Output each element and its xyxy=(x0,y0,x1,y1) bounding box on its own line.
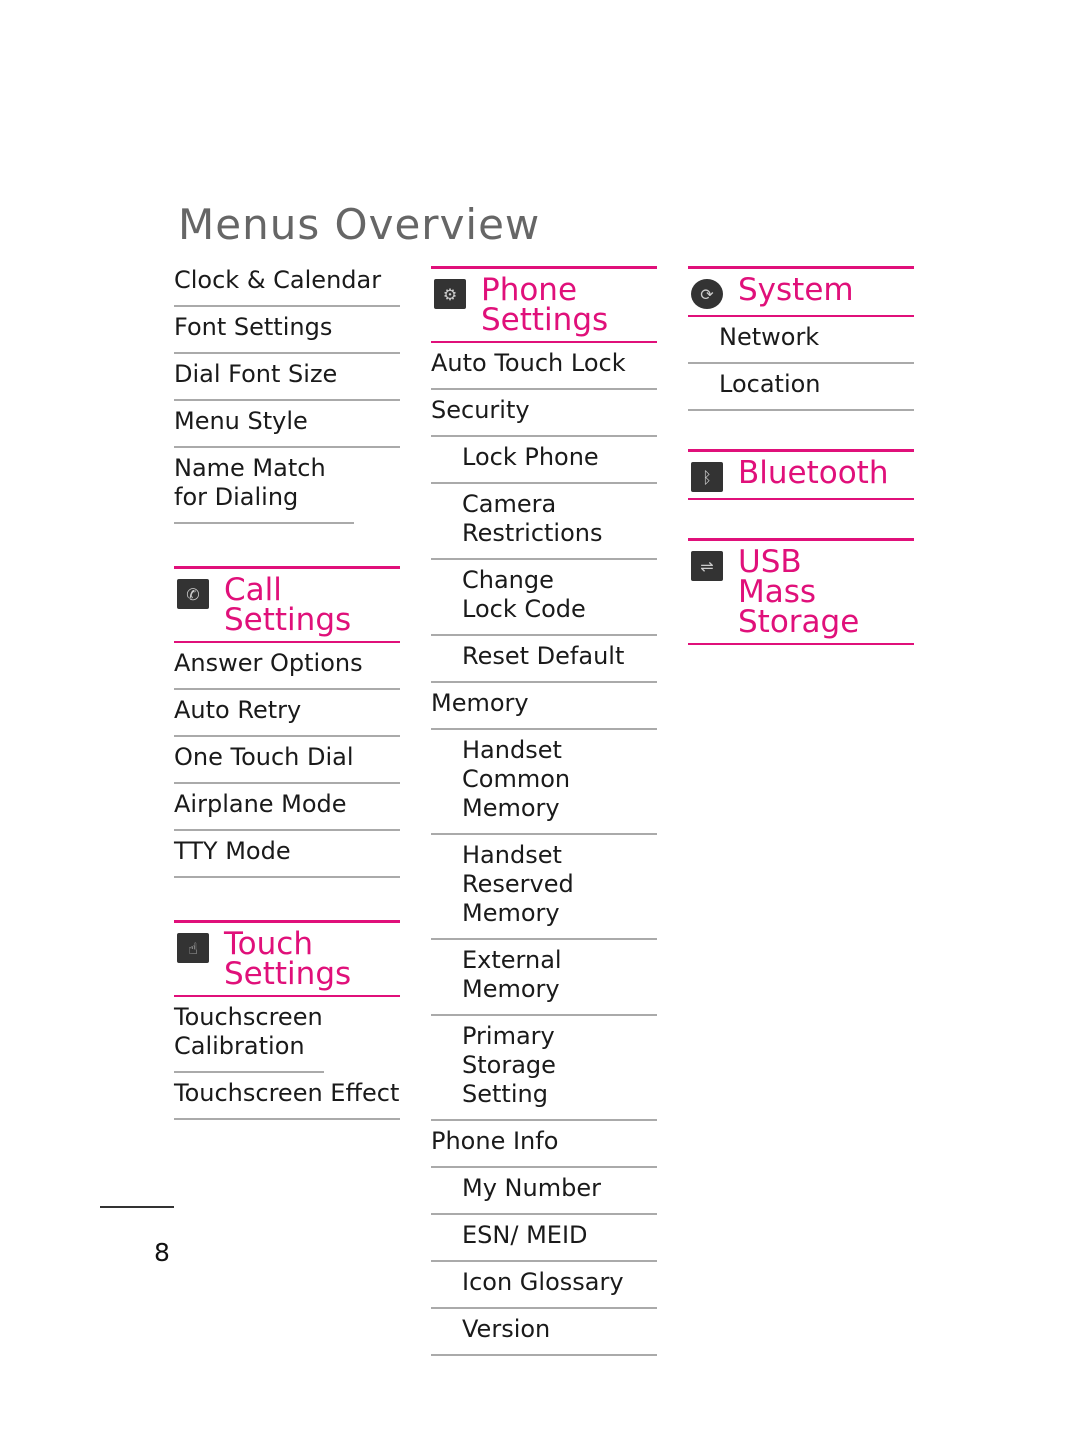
section-header-call-settings[interactable]: ✆ Call Settings xyxy=(174,566,400,643)
submenu-item[interactable]: Camera Restrictions xyxy=(431,484,657,560)
bluetooth-icon: ᛒ xyxy=(691,462,723,492)
menu-item[interactable]: Phone Info xyxy=(431,1121,657,1168)
menu-item-label: Memory xyxy=(431,689,529,717)
section-header-touch-settings[interactable]: ☝ Touch Settings xyxy=(174,920,400,997)
menu-item-label: Network xyxy=(719,323,820,351)
section-title: Call Settings xyxy=(224,572,352,638)
menu-item[interactable]: TTY Mode xyxy=(174,831,400,878)
submenu-item[interactable]: Handset Common Memory xyxy=(431,730,657,835)
section-title: Touch Settings xyxy=(224,926,352,992)
menu-item-label: Phone Info xyxy=(431,1127,559,1155)
menu-item[interactable]: Location xyxy=(688,364,914,411)
usb-icon: ⇌ xyxy=(691,551,723,581)
menu-item-label: Location xyxy=(719,370,821,398)
menu-item-label: Lock Phone xyxy=(462,443,599,471)
menu-item-label: ESN/ MEID xyxy=(462,1221,588,1249)
menu-item-label: Touchscreen Calibration xyxy=(174,1003,323,1060)
menu-item-label: Primary Storage Setting xyxy=(462,1022,556,1108)
menu-item[interactable]: Security xyxy=(431,390,657,437)
submenu-item[interactable]: Change Lock Code xyxy=(431,560,657,636)
submenu-item[interactable]: Reset Default xyxy=(431,636,657,683)
section-header-bluetooth[interactable]: ᛒ Bluetooth xyxy=(688,449,914,500)
submenu-item[interactable]: Lock Phone xyxy=(431,437,657,484)
menu-item[interactable]: Network xyxy=(688,317,914,364)
phone-settings-list: Auto Touch Lock Security Lock Phone Camera … xyxy=(431,343,657,1356)
menu-item[interactable]: Dial Font Size xyxy=(174,354,400,401)
menu-item-label: Answer Options xyxy=(174,649,363,677)
menu-item[interactable]: Touchscreen Calibration xyxy=(174,997,324,1073)
section-title: System xyxy=(738,272,854,308)
submenu-item[interactable]: Handset Reserved Memory xyxy=(431,835,657,940)
section-title: Bluetooth xyxy=(738,455,889,491)
phone-settings-icon: ⚙ xyxy=(434,279,466,309)
page-title: Menus Overview xyxy=(178,200,541,250)
menu-item-label: Airplane Mode xyxy=(174,790,347,818)
submenu-item[interactable]: ESN/ MEID xyxy=(431,1215,657,1262)
menu-item-label: Version xyxy=(462,1315,551,1343)
menu-item[interactable]: One Touch Dial xyxy=(174,737,400,784)
menu-item-label: Icon Glossary xyxy=(462,1268,624,1296)
menu-item-label: My Number xyxy=(462,1174,601,1202)
menu-item-label: Auto Touch Lock xyxy=(431,349,626,377)
menu-item-label: Auto Retry xyxy=(174,696,302,724)
menu-item[interactable]: Font Settings xyxy=(174,307,400,354)
touch-icon: ☝ xyxy=(177,933,209,963)
submenu-item[interactable]: My Number xyxy=(431,1168,657,1215)
menu-item-label: External Memory xyxy=(462,946,562,1003)
menu-item-label: One Touch Dial xyxy=(174,743,354,771)
column-1: Clock & Calendar Font Settings Dial Font… xyxy=(174,260,400,1120)
menu-item[interactable]: Auto Touch Lock xyxy=(431,343,657,390)
footer-rule xyxy=(100,1206,174,1208)
menu-item-label: Dial Font Size xyxy=(174,360,338,388)
menu-item-label: Touchscreen Effect xyxy=(174,1079,400,1107)
submenu-item[interactable]: Icon Glossary xyxy=(431,1262,657,1309)
menu-item-label: TTY Mode xyxy=(174,837,291,865)
menu-item[interactable]: Answer Options xyxy=(174,643,400,690)
menu-item[interactable]: Menu Style xyxy=(174,401,400,448)
system-refresh-icon: ⟳ xyxy=(691,279,723,309)
section-title: Phone Settings xyxy=(481,272,609,338)
column-2: ⚙ Phone Settings Auto Touch Lock Security… xyxy=(431,266,657,1356)
menu-item-label: Menu Style xyxy=(174,407,308,435)
menu-item-label: Name Match for Dialing xyxy=(174,454,326,511)
menu-item-label: Handset Common Memory xyxy=(462,736,571,822)
phone-gear-icon: ✆ xyxy=(177,579,209,609)
menu-item-label: Font Settings xyxy=(174,313,333,341)
menu-item-label: Camera Restrictions xyxy=(462,490,603,547)
submenu-item[interactable]: Version xyxy=(431,1309,657,1356)
section-header-usb-mass-storage[interactable]: ⇌ USB Mass Storage xyxy=(688,538,914,645)
menu-item-label: Security xyxy=(431,396,530,424)
menu-item-label: Handset Reserved Memory xyxy=(462,841,574,927)
menu-item-label: Clock & Calendar xyxy=(174,266,382,294)
submenu-item[interactable]: Primary Storage Setting xyxy=(431,1016,657,1121)
menu-item[interactable]: Name Match for Dialing xyxy=(174,448,354,524)
menu-item[interactable]: Auto Retry xyxy=(174,690,400,737)
menu-item-label: Reset Default xyxy=(462,642,625,670)
menu-item[interactable]: Touchscreen Effect xyxy=(174,1073,400,1120)
column-3: ⟳ System Network Location ᛒ Bluetooth ⇌ … xyxy=(688,266,914,645)
section-header-phone-settings[interactable]: ⚙ Phone Settings xyxy=(431,266,657,343)
menu-item[interactable]: Clock & Calendar xyxy=(174,260,400,307)
menu-item-label: Change Lock Code xyxy=(462,566,586,623)
menu-item[interactable]: Airplane Mode xyxy=(174,784,400,831)
submenu-item[interactable]: External Memory xyxy=(431,940,657,1016)
section-header-system[interactable]: ⟳ System xyxy=(688,266,914,317)
section-title: USB Mass Storage xyxy=(738,544,860,640)
menu-item[interactable]: Memory xyxy=(431,683,657,730)
page-number: 8 xyxy=(154,1238,170,1267)
